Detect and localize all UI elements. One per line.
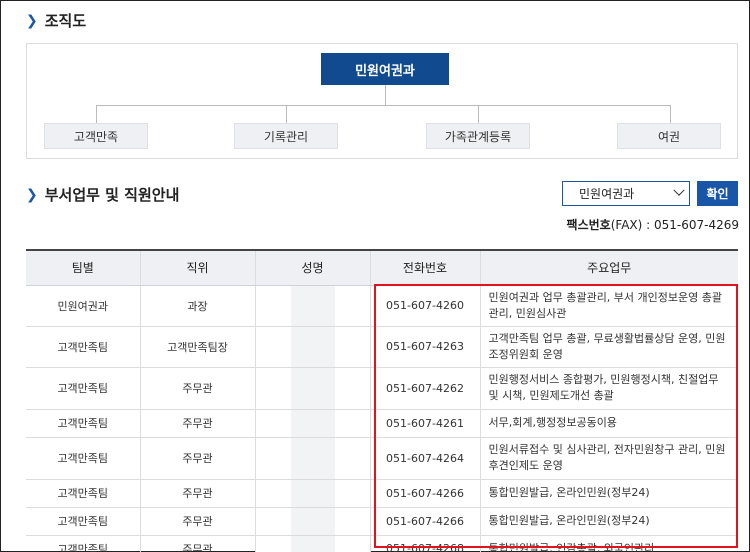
header-position: 직위 bbox=[139, 249, 255, 286]
header-name: 성명 bbox=[254, 249, 370, 286]
position-cell: 주무관 bbox=[139, 535, 255, 552]
position-cell: 주무관 bbox=[139, 367, 255, 410]
phone-cell: 051-607-4262 bbox=[369, 367, 480, 410]
duty-cell: 고객만족팀 업무 총괄, 무료생활법률상담 운영, 민원조정위원회 운영 bbox=[479, 326, 738, 368]
team-cell: 고객만족팀 bbox=[26, 535, 140, 552]
team-cell: 고객만족팀 bbox=[26, 409, 140, 438]
team-cell: 고객만족팀 bbox=[26, 367, 140, 410]
phone-cell: 051-607-4266 bbox=[369, 479, 480, 508]
team-cell: 고객만족팀 bbox=[26, 507, 140, 536]
table-row: 고객만족팀 주무관 051-607-4266 통합민원발급, 온라인민원(정부2… bbox=[26, 479, 738, 508]
org-main-unit: 민원여권과 bbox=[321, 53, 449, 85]
header-team: 팀별 bbox=[26, 249, 140, 286]
fax-label: 팩스번호 bbox=[566, 218, 611, 232]
duty-cell: 통합민원발급, 온라인민원(정부24) bbox=[479, 507, 738, 536]
org-connector bbox=[286, 105, 287, 123]
table-row: 고객만족팀 주무관 051-607-4266 통합민원발급, 온라인민원(정부2… bbox=[26, 507, 738, 536]
duty-cell: 민원서류접수 및 심사관리, 전자민원창구 관리, 민원후견인제도 운영 bbox=[479, 437, 738, 480]
chevron-down-icon bbox=[673, 184, 685, 196]
org-connector bbox=[670, 105, 671, 123]
name-cell-redacted bbox=[254, 535, 370, 552]
fax-value: (FAX) : 051-607-4269 bbox=[610, 218, 739, 232]
name-cell-redacted bbox=[254, 479, 370, 508]
duty-cell: 통합민원발급, 온라인민원(정부24) bbox=[479, 479, 738, 508]
position-cell: 주무관 bbox=[139, 507, 255, 536]
name-cell-redacted bbox=[254, 367, 370, 410]
phone-cell: 051-607-4261 bbox=[369, 409, 480, 438]
org-unit-family-registry[interactable]: 가족관계등록 bbox=[426, 123, 530, 149]
team-cell: 고객만족팀 bbox=[26, 326, 140, 368]
name-cell-redacted bbox=[254, 409, 370, 438]
position-cell: 과장 bbox=[139, 285, 255, 327]
org-connector bbox=[96, 105, 97, 123]
phone-cell: 051-607-4268 bbox=[369, 535, 480, 552]
org-section-title-text: 조직도 bbox=[44, 12, 87, 30]
chevron-right-icon: ❯ bbox=[26, 186, 38, 203]
table-row: 민원여권과 과장 051-607-4260 민원여권과 업무 총괄관리, 부서 … bbox=[26, 285, 738, 327]
org-unit-records[interactable]: 기록관리 bbox=[234, 123, 338, 149]
department-select[interactable]: 민원여권과 bbox=[562, 181, 690, 206]
table-row: 고객만족팀 주무관 051-607-4264 민원서류접수 및 심사관리, 전자… bbox=[26, 437, 738, 480]
org-section-title: ❯ 조직도 bbox=[26, 10, 86, 31]
org-connector bbox=[96, 105, 670, 106]
name-cell-redacted bbox=[254, 507, 370, 536]
name-cell-redacted bbox=[254, 326, 370, 368]
team-cell: 민원여권과 bbox=[26, 285, 140, 327]
table-header-row: 팀별 직위 성명 전화번호 주요업무 bbox=[26, 249, 738, 286]
confirm-button[interactable]: 확인 bbox=[697, 181, 738, 206]
duty-cell: 민원여권과 업무 총괄관리, 부서 개인정보운영 총괄관리, 민원심사관 bbox=[479, 285, 738, 327]
phone-cell: 051-607-4266 bbox=[369, 507, 480, 536]
duty-cell: 서무,회계,행정정보공동이용 bbox=[479, 409, 738, 438]
department-select-value: 민원여권과 bbox=[579, 187, 635, 201]
header-duty: 주요업무 bbox=[479, 249, 738, 286]
phone-cell: 051-607-4264 bbox=[369, 437, 480, 480]
org-unit-customer[interactable]: 고객만족 bbox=[44, 123, 148, 149]
position-cell: 주무관 bbox=[139, 479, 255, 508]
table-row: 고객만족팀 주무관 051-607-4262 민원행정서비스 종합평가, 민원행… bbox=[26, 367, 738, 410]
name-cell-redacted bbox=[254, 437, 370, 480]
table-row: 고객만족팀 주무관 051-607-4268 통합민원발급, 인감총괄, 외국인… bbox=[26, 535, 738, 552]
table-row: 고객만족팀 주무관 051-607-4261 서무,회계,행정정보공동이용 bbox=[26, 409, 738, 438]
chevron-right-icon: ❯ bbox=[26, 12, 38, 29]
staff-table: 팀별 직위 성명 전화번호 주요업무 민원여권과 과장 051-607-4260… bbox=[26, 249, 738, 552]
team-cell: 고객만족팀 bbox=[26, 437, 140, 480]
org-chart: 민원여권과 고객만족 기록관리 가족관계등록 여권 bbox=[26, 43, 738, 159]
duty-cell: 민원행정서비스 종합평가, 민원행정시책, 친절업무 및 시책, 민원제도개선 … bbox=[479, 367, 738, 410]
staff-section-title: ❯ 부서업무 및 직원안내 bbox=[26, 184, 179, 205]
org-unit-passport[interactable]: 여권 bbox=[617, 123, 721, 149]
duty-cell: 통합민원발급, 인감총괄, 외국인관리 bbox=[479, 535, 738, 552]
position-cell: 주무관 bbox=[139, 437, 255, 480]
position-cell: 주무관 bbox=[139, 409, 255, 438]
header-phone: 전화번호 bbox=[369, 249, 480, 286]
phone-cell: 051-607-4263 bbox=[369, 326, 480, 368]
fax-number: 팩스번호(FAX) : 051-607-4269 bbox=[567, 216, 739, 233]
org-connector bbox=[385, 85, 386, 105]
team-cell: 고객만족팀 bbox=[26, 479, 140, 508]
phone-cell: 051-607-4260 bbox=[369, 285, 480, 327]
position-cell: 고객만족팀장 bbox=[139, 326, 255, 368]
name-cell-redacted bbox=[254, 285, 370, 327]
staff-section-title-text: 부서업무 및 직원안내 bbox=[44, 186, 180, 204]
table-row: 고객만족팀 고객만족팀장 051-607-4263 고객만족팀 업무 총괄, 무… bbox=[26, 326, 738, 368]
org-connector bbox=[478, 105, 479, 123]
